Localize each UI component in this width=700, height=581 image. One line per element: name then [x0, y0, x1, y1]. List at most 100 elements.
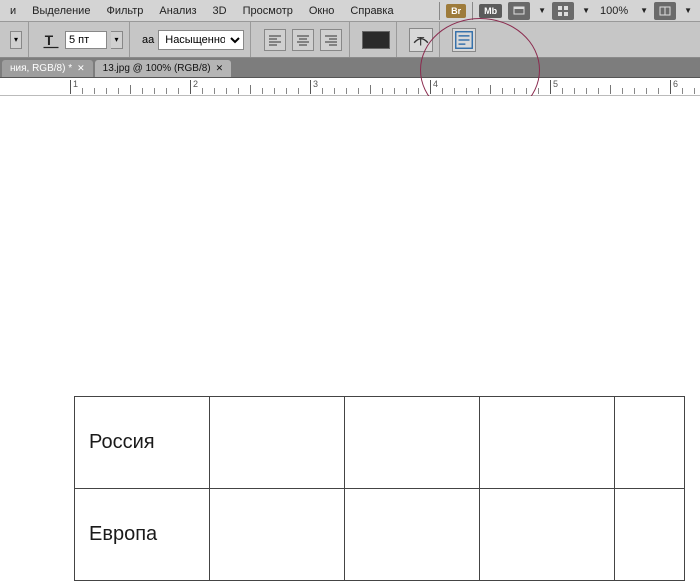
table-cell[interactable] — [615, 397, 685, 489]
ruler-tick-minor — [130, 85, 131, 94]
ruler-tick-minor — [262, 88, 263, 94]
view-extras-icon[interactable] — [552, 2, 574, 20]
menu-item-selection[interactable]: Выделение — [24, 2, 98, 20]
table-cell[interactable]: Европа — [75, 489, 210, 581]
menu-item-3d[interactable]: 3D — [205, 2, 235, 20]
align-right-button[interactable] — [320, 29, 342, 51]
ruler-tick-minor — [514, 88, 515, 94]
close-icon[interactable]: ✕ — [77, 63, 85, 74]
align-left-button[interactable] — [264, 29, 286, 51]
antialias-select[interactable]: Насыщенное — [158, 30, 244, 50]
ruler-tick-minor — [82, 88, 83, 94]
chevron-down-icon[interactable]: ▼ — [538, 6, 546, 15]
document-tab-bar: ния, RGB/8) * ✕ 13.jpg @ 100% (RGB/8) ✕ — [0, 58, 700, 78]
ruler-tick-minor — [346, 88, 347, 94]
ruler-tick-minor — [526, 88, 527, 94]
table-cell[interactable] — [345, 489, 480, 581]
ruler-tick-minor — [478, 88, 479, 94]
menu-item-help[interactable]: Справка — [342, 2, 401, 20]
ruler-tick-minor — [538, 88, 539, 94]
ruler-tick-major: 5 — [550, 80, 551, 94]
menu-item-analysis[interactable]: Анализ — [151, 2, 204, 20]
ruler-tick-minor — [406, 88, 407, 94]
ruler-tick-minor — [202, 88, 203, 94]
ruler-tick-minor — [610, 85, 611, 94]
ruler-tick-minor — [118, 88, 119, 94]
ruler-tick-minor — [250, 85, 251, 94]
ruler-tick-minor — [154, 88, 155, 94]
bridge-button[interactable]: Br — [446, 4, 466, 18]
document-tab[interactable]: 13.jpg @ 100% (RGB/8) ✕ — [95, 60, 232, 77]
text-orientation-icon[interactable]: T — [41, 30, 61, 50]
arrange-docs-icon[interactable] — [654, 2, 676, 20]
table-cell[interactable] — [480, 397, 615, 489]
data-table: Россия Европа — [74, 396, 685, 581]
ruler-tick-minor — [622, 88, 623, 94]
ruler-tick-minor — [370, 85, 371, 94]
ruler-tick-minor — [466, 88, 467, 94]
ruler-tick-minor — [682, 88, 683, 94]
ruler-tick-minor — [298, 88, 299, 94]
menu-item-view[interactable]: Просмотр — [235, 2, 301, 20]
menu-item-window[interactable]: Окно — [301, 2, 343, 20]
menu-item-filter[interactable]: Фильтр — [98, 2, 151, 20]
minibridge-button[interactable]: Mb — [479, 4, 502, 18]
ruler-tick-minor — [634, 88, 635, 94]
options-bar: ▾ T ▾ aa Насыщенное T — [0, 22, 700, 58]
ruler-tick-minor — [502, 88, 503, 94]
ruler-tick-minor — [586, 88, 587, 94]
ruler-tick-minor — [694, 88, 695, 94]
antialias-label: aa — [142, 34, 154, 46]
chevron-down-icon[interactable]: ▼ — [640, 6, 648, 15]
table-cell[interactable]: Россия — [75, 397, 210, 489]
ruler-tick-minor — [646, 88, 647, 94]
ruler-tick-minor — [322, 88, 323, 94]
zoom-level[interactable]: 100% — [596, 5, 632, 17]
ruler-tick-minor — [394, 88, 395, 94]
ruler-tick-minor — [178, 88, 179, 94]
ruler-tick-minor — [334, 88, 335, 94]
text-color-swatch[interactable] — [362, 31, 390, 49]
svg-text:T: T — [417, 34, 425, 48]
tab-label: 13.jpg @ 100% (RGB/8) — [103, 63, 211, 74]
table-cell[interactable] — [615, 489, 685, 581]
tab-label: ния, RGB/8) * — [10, 63, 72, 74]
ruler-tick-major: 3 — [310, 80, 311, 94]
ruler-tick-minor — [286, 88, 287, 94]
ruler-tick-minor — [658, 88, 659, 94]
document-tab[interactable]: ния, RGB/8) * ✕ — [2, 60, 93, 77]
character-panel-button[interactable] — [452, 28, 476, 52]
ruler-tick-minor — [382, 88, 383, 94]
close-icon[interactable]: ✕ — [216, 63, 224, 74]
align-center-button[interactable] — [292, 29, 314, 51]
font-size-input[interactable] — [65, 31, 107, 49]
table-cell[interactable] — [345, 397, 480, 489]
table-cell[interactable] — [210, 397, 345, 489]
ruler-tick-minor — [226, 88, 227, 94]
ruler-tick-minor — [490, 85, 491, 94]
horizontal-ruler: 123456 — [0, 78, 700, 96]
ruler-tick-minor — [166, 88, 167, 94]
screen-mode-icon[interactable] — [508, 2, 530, 20]
ruler-tick-minor — [442, 88, 443, 94]
ruler-tick-minor — [94, 88, 95, 94]
table-cell[interactable] — [480, 489, 615, 581]
ruler-tick-minor — [274, 88, 275, 94]
warp-text-button[interactable]: T — [409, 28, 433, 52]
ruler-tick-minor — [238, 88, 239, 94]
chevron-down-icon[interactable]: ▼ — [684, 6, 692, 15]
ruler-tick-minor — [418, 88, 419, 94]
document-canvas[interactable]: Россия Европа — [0, 96, 700, 500]
chevron-down-icon[interactable]: ▾ — [111, 31, 123, 49]
app-switcher: Br Mb ▼ ▼ 100% ▼ ▼ — [433, 2, 698, 20]
ruler-tick-minor — [562, 88, 563, 94]
ruler-tick-minor — [454, 88, 455, 94]
table-cell[interactable] — [210, 489, 345, 581]
chevron-down-icon[interactable]: ▼ — [582, 6, 590, 15]
menu-bar: и Выделение Фильтр Анализ 3D Просмотр Ок… — [0, 0, 700, 22]
menu-item[interactable]: и — [2, 2, 24, 20]
table-row: Россия — [75, 397, 685, 489]
ruler-tick-minor — [358, 88, 359, 94]
chevron-down-icon[interactable]: ▾ — [10, 31, 22, 49]
ruler-tick-minor — [574, 88, 575, 94]
